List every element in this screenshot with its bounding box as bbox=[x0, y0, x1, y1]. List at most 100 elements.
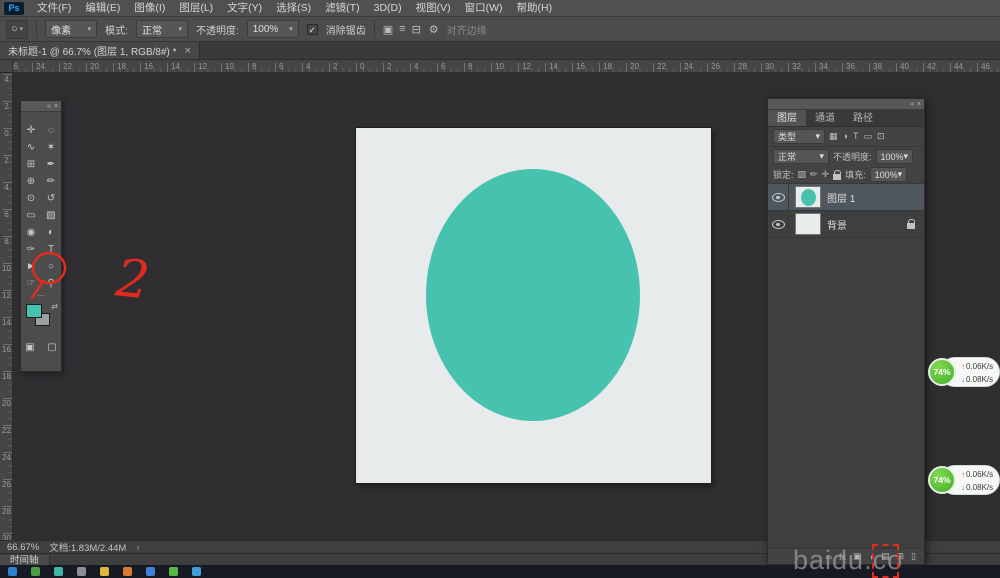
close-icon[interactable]: × bbox=[185, 45, 191, 57]
eyedropper-tool[interactable]: ✒ bbox=[41, 156, 61, 173]
layer-thumbnail[interactable] bbox=[795, 213, 821, 235]
panel-tab[interactable]: 图层 bbox=[768, 110, 806, 126]
type-tool[interactable]: T bbox=[41, 241, 61, 258]
lock-transparent-pixels-icon[interactable]: ▨ bbox=[798, 169, 807, 180]
delete-layer-icon[interactable]: ▯ bbox=[911, 551, 916, 562]
dodge-tool[interactable]: ◐ bbox=[41, 224, 61, 241]
download-badge-1[interactable]: ↑0.06K/s ↓0.08K/s 74% bbox=[928, 356, 1000, 388]
brush-tool[interactable]: ✏ bbox=[41, 173, 61, 190]
menu-item[interactable]: 文字(Y) bbox=[220, 0, 269, 17]
menu-item[interactable]: 3D(D) bbox=[367, 0, 409, 17]
layer-thumbnail[interactable] bbox=[795, 186, 821, 208]
horizontal-ruler[interactable]: 2624222018161412108642024681012141618202… bbox=[13, 60, 1000, 73]
taskbar-app-icon[interactable] bbox=[169, 567, 178, 576]
edit-toolbar-dots-icon[interactable]: ⋯ bbox=[21, 292, 61, 301]
eraser-tool[interactable]: ▭ bbox=[21, 207, 41, 224]
vertical-ruler[interactable]: 42024681012141618202224262830 bbox=[0, 73, 13, 540]
tool-preset-picker[interactable]: ○ ▾ bbox=[6, 20, 28, 39]
path-operations-icon[interactable]: ▣ bbox=[383, 23, 393, 36]
filter-pixel-layers-icon[interactable]: ▦ bbox=[829, 131, 838, 142]
pen-tool[interactable]: ✑ bbox=[21, 241, 41, 258]
filter-type-select[interactable]: 类型 ▾ bbox=[773, 129, 825, 144]
panel-tab[interactable]: 路径 bbox=[844, 110, 882, 126]
menu-item[interactable]: 文件(F) bbox=[30, 0, 78, 17]
progress-circle[interactable]: 74% bbox=[928, 466, 956, 494]
layer-name[interactable]: 背景 bbox=[827, 217, 907, 232]
filter-shape-layers-icon[interactable]: ▭ bbox=[863, 131, 872, 142]
fill-select[interactable]: 100% ▾ bbox=[870, 167, 908, 182]
magic-wand-tool[interactable]: ✶ bbox=[41, 139, 61, 156]
lock-position-icon[interactable]: ✛ bbox=[822, 169, 830, 180]
menu-item[interactable]: 视图(V) bbox=[409, 0, 458, 17]
taskbar-app-icon[interactable] bbox=[100, 567, 109, 576]
layer-effects-icon[interactable]: fx bbox=[839, 552, 846, 562]
new-layer-icon[interactable]: ⊞ bbox=[897, 551, 905, 562]
layer-opacity-select[interactable]: 100% ▾ bbox=[876, 149, 914, 164]
lasso-tool[interactable]: ∿ bbox=[21, 139, 41, 156]
blur-tool[interactable]: ◉ bbox=[21, 224, 41, 241]
gear-icon[interactable]: ⚙ bbox=[429, 23, 439, 36]
close-icon[interactable]: × bbox=[54, 103, 58, 110]
lock-image-pixels-icon[interactable]: ✏ bbox=[810, 169, 818, 180]
download-badge-2[interactable]: ↑0.06K/s ↓0.08K/s 74% bbox=[928, 464, 1000, 496]
layer-name[interactable]: 图层 1 bbox=[827, 190, 924, 205]
layer-row-layer-1[interactable]: 图层 1 bbox=[768, 184, 924, 211]
lock-all-icon[interactable] bbox=[833, 174, 841, 180]
move-tool[interactable]: ✛ bbox=[21, 122, 41, 139]
path-alignment-icon[interactable]: ≡ bbox=[399, 23, 405, 36]
visibility-cell[interactable] bbox=[768, 211, 789, 237]
tool-mode-select[interactable]: 像素 ▾ bbox=[45, 20, 97, 38]
collapse-panel-icon[interactable]: « bbox=[910, 101, 914, 108]
layer-group-icon[interactable]: ▤ bbox=[881, 551, 890, 562]
teal-ellipse-shape[interactable] bbox=[426, 169, 640, 421]
antialias-checkbox[interactable]: ✓ bbox=[307, 24, 318, 35]
path-selection-tool[interactable]: ► bbox=[21, 258, 41, 275]
taskbar-app-icon[interactable] bbox=[77, 567, 86, 576]
chevron-right-icon[interactable]: › bbox=[136, 542, 139, 553]
path-arrange-icon[interactable]: ⊟ bbox=[412, 23, 421, 36]
menu-item[interactable]: 帮助(H) bbox=[510, 0, 560, 17]
layer-row-background[interactable]: 背景 bbox=[768, 211, 924, 238]
close-icon[interactable]: × bbox=[917, 101, 921, 108]
hand-tool[interactable]: ☞ bbox=[21, 275, 41, 292]
link-layers-icon[interactable]: ∞ bbox=[826, 552, 832, 562]
adjustment-layer-icon[interactable]: ◑ bbox=[869, 552, 874, 562]
clone-stamp-tool[interactable]: ⊙ bbox=[21, 190, 41, 207]
gradient-tool[interactable]: ▨ bbox=[41, 207, 61, 224]
menu-item[interactable]: 图像(I) bbox=[127, 0, 172, 17]
menu-item[interactable]: 滤镜(T) bbox=[318, 0, 366, 17]
menu-item[interactable]: 编辑(E) bbox=[78, 0, 127, 17]
zoom-level[interactable]: 66.67% bbox=[7, 542, 39, 553]
crop-tool[interactable]: ⊞ bbox=[21, 156, 41, 173]
blend-mode-select[interactable]: 正常 ▾ bbox=[136, 20, 188, 38]
collapse-panel-icon[interactable]: « bbox=[47, 103, 51, 110]
taskbar-app-icon[interactable] bbox=[31, 567, 40, 576]
healing-brush-tool[interactable]: ⊕ bbox=[21, 173, 41, 190]
menu-item[interactable]: 窗口(W) bbox=[458, 0, 510, 17]
foreground-color-swatch[interactable] bbox=[26, 304, 42, 318]
layer-blend-mode-select[interactable]: 正常 ▾ bbox=[773, 149, 829, 164]
taskbar-app-icon[interactable] bbox=[8, 567, 17, 576]
taskbar-app-icon[interactable] bbox=[146, 567, 155, 576]
ellipse-shape-tool[interactable]: ○ bbox=[41, 258, 61, 275]
menu-item[interactable]: 图层(L) bbox=[172, 0, 220, 17]
menu-item[interactable]: 选择(S) bbox=[269, 0, 318, 17]
layer-mask-icon[interactable]: ▣ bbox=[853, 551, 862, 562]
history-brush-tool[interactable]: ↺ bbox=[41, 190, 61, 207]
filter-type-layers-icon[interactable]: T bbox=[853, 131, 859, 142]
quick-mask-icon[interactable]: ▣ bbox=[23, 339, 37, 356]
filter-adjustment-layers-icon[interactable]: ◑ bbox=[843, 131, 848, 142]
taskbar-app-icon[interactable] bbox=[123, 567, 132, 576]
progress-circle[interactable]: 74% bbox=[928, 358, 956, 386]
zoom-tool[interactable]: ⚲ bbox=[41, 275, 61, 292]
document-canvas[interactable] bbox=[356, 128, 711, 483]
swap-colors-icon[interactable]: ⇄ bbox=[51, 302, 58, 311]
taskbar-app-icon[interactable] bbox=[54, 567, 63, 576]
filter-smart-object-icon[interactable]: ⊡ bbox=[877, 131, 885, 142]
opacity-select[interactable]: 100% ▾ bbox=[247, 20, 299, 38]
elliptical-marquee-tool[interactable]: ◌ bbox=[41, 122, 61, 139]
screen-mode-icon[interactable]: ▢ bbox=[45, 339, 59, 356]
panel-tab[interactable]: 通道 bbox=[806, 110, 844, 126]
taskbar-app-icon[interactable] bbox=[192, 567, 201, 576]
visibility-cell[interactable] bbox=[768, 184, 789, 210]
